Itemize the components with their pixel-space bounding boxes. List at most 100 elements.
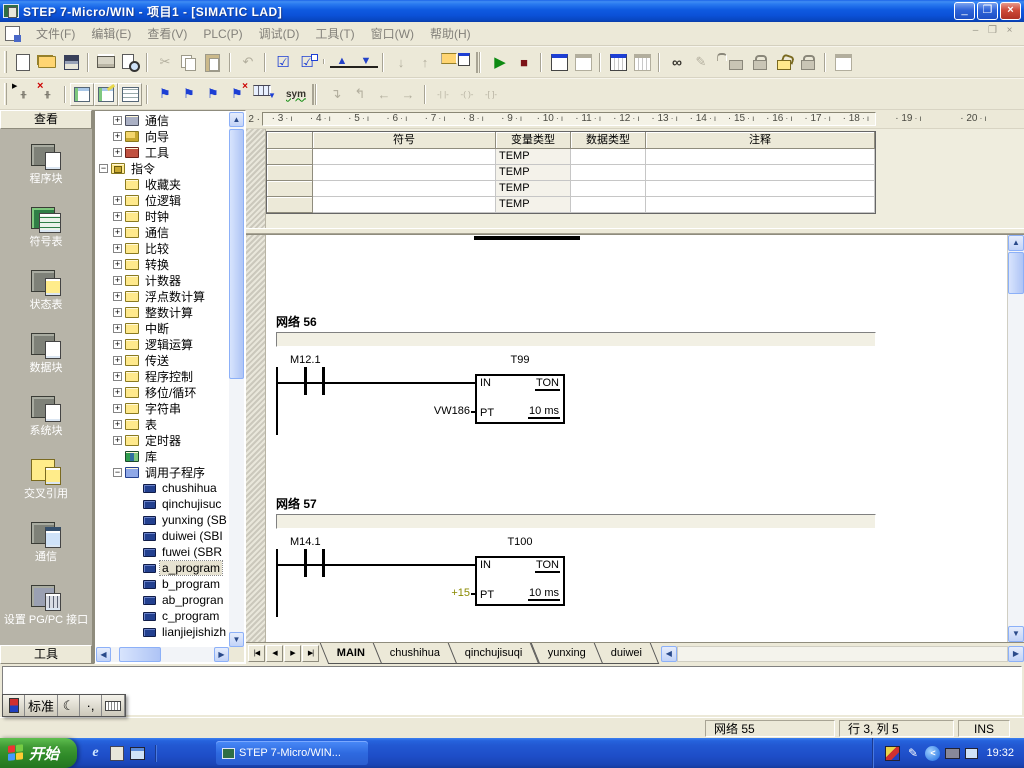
scroll-up-icon[interactable]: ▲ <box>1008 235 1024 251</box>
toolbar-button[interactable] <box>201 51 225 74</box>
pt-operand-value[interactable]: VW186 <box>376 405 470 417</box>
tree-item[interactable]: 库 <box>96 448 229 464</box>
toolbar-button[interactable]: ⚑ <box>153 83 177 106</box>
timer-operand-label[interactable]: T99 <box>475 354 565 366</box>
tree-expander[interactable]: − <box>113 468 122 477</box>
contact-symbol[interactable] <box>322 549 325 577</box>
tree-item[interactable]: + 程序控制 <box>96 368 229 384</box>
tree-expander[interactable]: + <box>113 404 122 413</box>
var-type-cell[interactable]: TEMP <box>496 197 571 213</box>
toolbar-button[interactable] <box>94 51 118 74</box>
scrollbar-thumb[interactable] <box>1008 252 1024 294</box>
tree-expander[interactable]: + <box>113 340 122 349</box>
navigation-item[interactable]: 设置 PG/PC 接口 <box>0 584 92 645</box>
navigation-item[interactable]: 程序块 <box>0 143 92 206</box>
row-header-cell[interactable] <box>267 181 313 197</box>
show-desktop-icon[interactable] <box>130 747 145 760</box>
data-type-cell[interactable] <box>571 149 646 165</box>
tree-item[interactable]: + 表 <box>96 416 229 432</box>
taskbar-task-button[interactable]: STEP 7-Micro/WIN... <box>216 741 368 765</box>
data-type-cell[interactable] <box>571 165 646 181</box>
tree-item[interactable]: + 中断 <box>96 320 229 336</box>
tree-expander[interactable]: + <box>113 388 122 397</box>
var-type-cell[interactable]: TEMP <box>496 149 571 165</box>
navigation-item[interactable]: 状态表 <box>0 269 92 332</box>
tab-nav-button[interactable]: ▶ <box>284 645 301 662</box>
toolbar-button[interactable]: -[ ]- <box>479 83 503 106</box>
tree-item[interactable]: c_program <box>96 608 229 624</box>
tree-item[interactable]: + 转换 <box>96 256 229 272</box>
tree-expander[interactable]: + <box>113 116 122 125</box>
internet-explorer-icon[interactable]: e <box>87 745 104 762</box>
toolbar-button[interactable]: → <box>396 83 420 106</box>
toolbar-button[interactable] <box>94 83 118 106</box>
tab-nav-button[interactable]: ◀ <box>266 645 283 662</box>
tree-horizontal-scrollbar[interactable]: ◀ ▶ <box>96 647 229 662</box>
toolbar-button[interactable]: -||- <box>11 83 35 106</box>
tree-expander[interactable]: + <box>113 372 122 381</box>
toolbar-button[interactable]: ↰ <box>348 83 372 106</box>
tree-item[interactable]: + 传送 <box>96 352 229 368</box>
tree-item[interactable]: a_program <box>96 560 229 576</box>
scrollbar-thumb[interactable] <box>119 647 161 662</box>
timer-box[interactable]: IN TON PT 10 ms <box>475 374 565 424</box>
tree-expander[interactable]: − <box>99 164 108 173</box>
toolbar-button[interactable]: ☑ <box>295 51 319 74</box>
toolbar-button[interactable]: ⚑ <box>201 83 225 106</box>
var-type-cell[interactable]: TEMP <box>496 181 571 197</box>
toolbar-button[interactable]: ■ <box>512 51 536 74</box>
data-type-cell[interactable] <box>571 197 646 213</box>
toolbar-button[interactable]: ☑ <box>271 51 295 74</box>
start-button[interactable]: 开始 <box>0 738 77 768</box>
tree-item[interactable]: lianjiejishizh <box>96 624 229 640</box>
toolbar-button[interactable] <box>724 51 748 74</box>
tree-item[interactable]: + 工具 <box>96 144 229 160</box>
tree-item[interactable]: + 比较 <box>96 240 229 256</box>
row-header-cell[interactable] <box>267 197 313 213</box>
tree-expander[interactable]: + <box>113 260 122 269</box>
network-comment-box[interactable] <box>276 514 876 529</box>
network-comment-box[interactable] <box>276 332 876 347</box>
toolbar-grip[interactable] <box>4 51 7 73</box>
tray-pen-icon[interactable]: ✎ <box>905 746 920 761</box>
menu-item[interactable]: PLC(P) <box>195 25 250 43</box>
toolbar-button[interactable] <box>448 51 472 74</box>
menu-item[interactable]: 帮助(H) <box>422 23 479 44</box>
toolbar-button[interactable] <box>547 51 571 74</box>
toolbar-button[interactable] <box>571 51 595 74</box>
navigation-item[interactable]: 通信 <box>0 521 92 584</box>
mdi-restore-button[interactable]: ❐ <box>984 24 1001 39</box>
toolbar-button[interactable] <box>748 51 772 74</box>
tree-item[interactable]: + 浮点数计算 <box>96 288 229 304</box>
tree-expander[interactable]: + <box>113 308 122 317</box>
comment-cell[interactable] <box>646 165 875 181</box>
symbol-cell[interactable] <box>313 165 496 181</box>
ime-fullwidth-icon[interactable]: ☾ <box>58 695 80 716</box>
tree-expander[interactable]: + <box>113 276 122 285</box>
toolbar-button[interactable]: ↴ <box>324 83 348 106</box>
program-tab[interactable]: yunxing <box>531 643 603 664</box>
comment-cell[interactable] <box>646 197 875 213</box>
toolbar-button[interactable] <box>59 51 83 74</box>
toolbar-button[interactable]: ▶ <box>488 51 512 74</box>
scrollbar-track[interactable] <box>677 646 1008 662</box>
menu-item[interactable]: 编辑(E) <box>83 23 139 44</box>
tree-item[interactable]: + 字符串 <box>96 400 229 416</box>
toolbar-button[interactable]: -||- <box>35 83 59 106</box>
toolbar-button[interactable] <box>118 83 142 106</box>
toolbar-button[interactable]: ▼ <box>354 57 378 68</box>
comment-cell[interactable] <box>646 181 875 197</box>
program-tab[interactable]: chushihua <box>373 643 458 664</box>
scroll-down-icon[interactable]: ▼ <box>1008 626 1024 642</box>
close-button[interactable]: × <box>1000 2 1021 20</box>
toolbar-button[interactable]: ✂ <box>153 51 177 74</box>
navigation-item[interactable]: 交叉引用 <box>0 458 92 521</box>
toolbar-button[interactable] <box>70 83 94 106</box>
var-type-cell[interactable]: TEMP <box>496 165 571 181</box>
tree-item[interactable]: 收藏夹 <box>96 176 229 192</box>
toolbar-button[interactable] <box>260 83 284 106</box>
tree-expander[interactable]: + <box>113 196 122 205</box>
scroll-right-icon[interactable]: ▶ <box>214 647 229 662</box>
toolbar-button[interactable] <box>831 51 855 74</box>
quick-launch-icon[interactable] <box>110 746 124 761</box>
